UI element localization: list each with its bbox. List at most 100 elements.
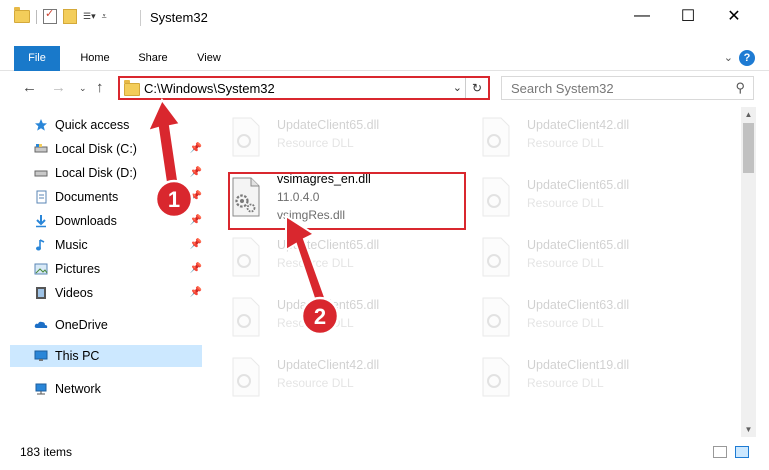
tiles-view-icon[interactable] [735,446,749,458]
sidebar-item-local-disk-d[interactable]: Local Disk (D:) 📌 [10,162,202,184]
up-arrow-icon[interactable]: ↑ [96,79,104,96]
file-item[interactable]: UpdateClient65.dll Resource DLL [205,289,445,345]
tab-home[interactable]: Home [70,46,120,70]
sidebar-item-label: Videos [55,286,93,300]
sidebar-item-label: Pictures [55,262,101,276]
sidebar-item-onedrive[interactable]: OneDrive [10,314,202,336]
minimize-button[interactable]: — [619,0,665,32]
file-item[interactable]: UpdateClient65.dll Resource DLL [205,229,445,285]
details-view-icon[interactable] [713,446,727,458]
dll-file-icon [232,357,260,397]
address-path[interactable]: C:\Windows\System32 [144,81,275,96]
sidebar-item-label: Local Disk (D:) [55,166,137,180]
videos-icon [36,287,46,299]
navigation-pane: Quick access Local Disk (C:) 📌 Local Dis… [0,107,205,437]
sidebar-item-network[interactable]: Network [10,378,202,400]
sidebar-item-documents[interactable]: Documents 📌 [10,186,202,208]
dll-file-icon [232,237,260,277]
download-icon [36,215,46,228]
sidebar-item-downloads[interactable]: Downloads 📌 [10,210,202,232]
file-item[interactable]: UpdateClient65.dll Resource DLL [455,169,695,225]
file-explorer-window: ☰▾ ⩡ System32 — ☐ ✕ File Home Share View… [0,0,769,470]
help-icon[interactable]: ? [739,50,755,66]
tab-view[interactable]: View [184,46,234,70]
sidebar-item-local-disk-c[interactable]: Local Disk (C:) 📌 [10,138,202,160]
sidebar-item-quick-access[interactable]: Quick access [10,114,202,136]
highlight-box [228,172,466,230]
sidebar-item-label: Music [55,238,88,252]
file-item[interactable]: UpdateClient65.dll Resource DLL [455,229,695,285]
quick-access-toolbar: ☰▾ ⩡ [14,7,107,24]
address-bar[interactable]: C:\Windows\System32 ⌄ ↻ [118,76,490,100]
pictures-icon [34,263,48,275]
file-description: Resource DLL [277,256,354,270]
file-description: Resource DLL [277,376,354,390]
drive-icon [34,170,48,177]
file-description: Resource DLL [527,196,604,210]
music-icon [36,239,45,251]
pin-icon: 📌 [189,287,202,298]
dll-file-icon [482,237,510,277]
title-divider [140,10,141,26]
close-button[interactable]: ✕ [711,0,757,32]
file-item[interactable]: UpdateClient65.dll Resource DLL [205,109,445,165]
pin-icon: 📌 [189,143,202,154]
documents-icon [36,190,47,204]
sidebar-item-label: Quick access [55,118,130,132]
star-icon [35,119,47,131]
dll-file-icon [482,297,510,337]
file-description: Resource DLL [277,136,354,150]
file-name: UpdateClient19.dll [527,358,630,372]
file-name: UpdateClient65.dll [277,238,380,252]
file-item[interactable]: UpdateClient63.dll Resource DLL [455,289,695,345]
new-folder-icon[interactable] [63,9,77,24]
pin-icon: 📌 [189,239,202,250]
chevron-down-icon[interactable]: ⌄ [724,51,733,64]
sidebar-item-label: Downloads [55,214,117,228]
sidebar-item-videos[interactable]: Videos 📌 [10,282,202,304]
title-bar: ☰▾ ⩡ System32 — ☐ ✕ [0,0,769,36]
cloud-icon [34,321,48,328]
file-item[interactable]: UpdateClient42.dll Resource DLL [205,349,445,405]
dll-file-icon [232,297,260,337]
folder-icon [124,80,140,96]
window-title: System32 [150,10,208,25]
properties-icon[interactable] [43,7,57,24]
search-placeholder: Search System32 [511,81,614,96]
back-arrow-icon[interactable]: ← [22,79,37,96]
scroll-up-icon[interactable]: ▲ [741,107,756,122]
file-name: UpdateClient65.dll [527,178,630,192]
dll-file-icon [232,117,260,157]
scrollbar-thumb[interactable] [743,123,754,173]
chevron-down-icon[interactable]: ⌄ [453,81,462,94]
maximize-button[interactable]: ☐ [665,0,711,32]
file-item[interactable]: UpdateClient42.dll Resource DLL [455,109,695,165]
scroll-down-icon[interactable]: ▼ [741,422,756,437]
file-description: Resource DLL [527,136,604,150]
toolbar-divider [36,9,37,24]
vertical-scrollbar[interactable]: ▲ ▼ [741,107,756,437]
file-name: UpdateClient63.dll [527,298,630,312]
search-icon[interactable]: ⚲ [735,80,745,96]
pin-icon: 📌 [189,263,202,274]
sidebar-item-music[interactable]: Music 📌 [10,234,202,256]
sidebar-item-label: Local Disk (C:) [55,142,137,156]
tab-share[interactable]: Share [128,46,178,70]
customize-toolbar-icon[interactable]: ☰▾ [83,11,96,22]
forward-arrow-icon[interactable]: → [51,79,66,96]
toolbar-dropdown-icon[interactable]: ⩡ [102,11,107,22]
sidebar-item-this-pc[interactable]: This PC [10,345,202,367]
item-count: 183 items [20,445,73,459]
sidebar-item-pictures[interactable]: Pictures 📌 [10,258,202,280]
ribbon-tabs: File Home Share View ⌄ ? [0,46,769,102]
sidebar-item-label: Documents [55,190,119,204]
dll-file-icon [482,177,510,217]
file-description: Resource DLL [277,316,354,330]
file-item[interactable]: UpdateClient19.dll Resource DLL [455,349,695,405]
search-input[interactable]: Search System32 ⚲ [501,76,754,100]
dll-file-icon [482,117,510,157]
refresh-button[interactable]: ↻ [465,78,488,98]
recent-locations-icon[interactable]: ⌄ [79,83,87,94]
sidebar-item-label: Network [55,382,101,396]
file-list: UpdateClient65.dll Resource DLL UpdateCl… [205,107,741,437]
